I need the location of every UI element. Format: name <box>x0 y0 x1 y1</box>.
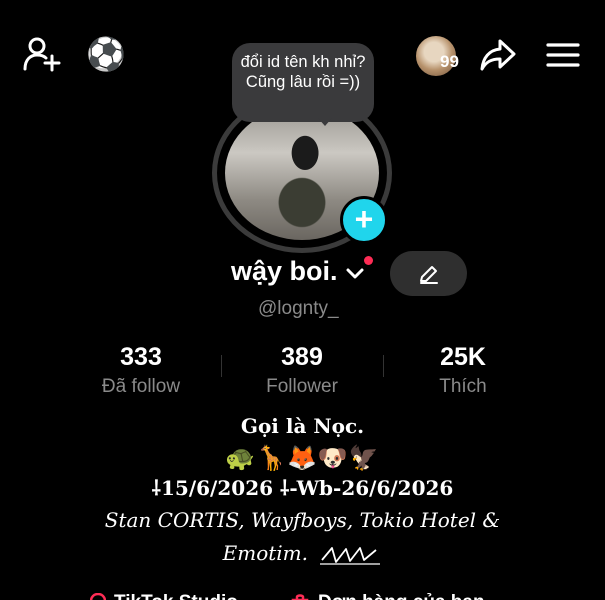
note-bubble-tail <box>318 118 332 126</box>
profile-shortcuts-row: TikTok Studio Đơn hàng của bạn <box>0 584 605 600</box>
followers-count: 389 <box>281 343 323 371</box>
following-count: 333 <box>120 343 162 371</box>
shopping-bag-icon <box>291 594 309 600</box>
stat-followers[interactable]: 389 Follower <box>222 342 382 400</box>
username[interactable]: wậy boi. <box>231 256 338 287</box>
signature-scribble <box>320 546 381 565</box>
orders-label: Đơn hàng của bạn <box>318 592 485 600</box>
user-handle: @lognty_ <box>258 298 339 319</box>
stat-following[interactable]: 333 Đã follow <box>61 342 221 400</box>
likes-label: Thích <box>439 376 487 397</box>
notification-dot <box>364 256 373 265</box>
bio-line: Gọi là Nọc. <box>240 414 365 438</box>
tiktok-studio-label: TikTok Studio <box>114 592 238 600</box>
tiktok-studio-link[interactable]: TikTok Studio <box>90 592 238 600</box>
soccer-ball-icon[interactable]: ⚽ <box>86 34 126 74</box>
bio-line: Emotim. <box>222 541 308 565</box>
stat-likes[interactable]: 25K Thích <box>383 342 543 400</box>
add-friend-icon[interactable] <box>18 34 64 74</box>
likes-count: 25K <box>440 343 486 371</box>
share-arrow-icon[interactable] <box>476 36 520 74</box>
bio-line: ⸸15/6/2026 ⸸-Wb-26/6/2026 <box>151 476 454 500</box>
followers-label: Follower <box>266 376 338 397</box>
following-label: Đã follow <box>101 376 181 397</box>
bio-emoji-line: 🐢🦒🦊🐶🦅 <box>225 444 380 472</box>
chevron-down-icon[interactable] <box>344 262 366 284</box>
friends-count-badge: 99 <box>440 52 459 71</box>
bio-line: Stan CORTIS, Wayfboys, Tokio Hotel & <box>104 508 501 532</box>
pencil-icon <box>419 265 438 284</box>
location-pin-icon <box>90 593 106 600</box>
orders-link[interactable]: Đơn hàng của bạn <box>290 592 485 600</box>
friends-activity-button[interactable]: 99 <box>414 34 470 78</box>
profile-note-bubble[interactable]: đổi id tên kh nhỉ? Cũng lâu rồi =)) <box>232 43 374 122</box>
add-story-plus-icon[interactable]: + <box>340 196 388 244</box>
edit-profile-button[interactable] <box>390 251 467 296</box>
bio-line-with-signature: Emotim. <box>0 541 605 566</box>
hamburger-menu-icon[interactable] <box>544 40 582 70</box>
